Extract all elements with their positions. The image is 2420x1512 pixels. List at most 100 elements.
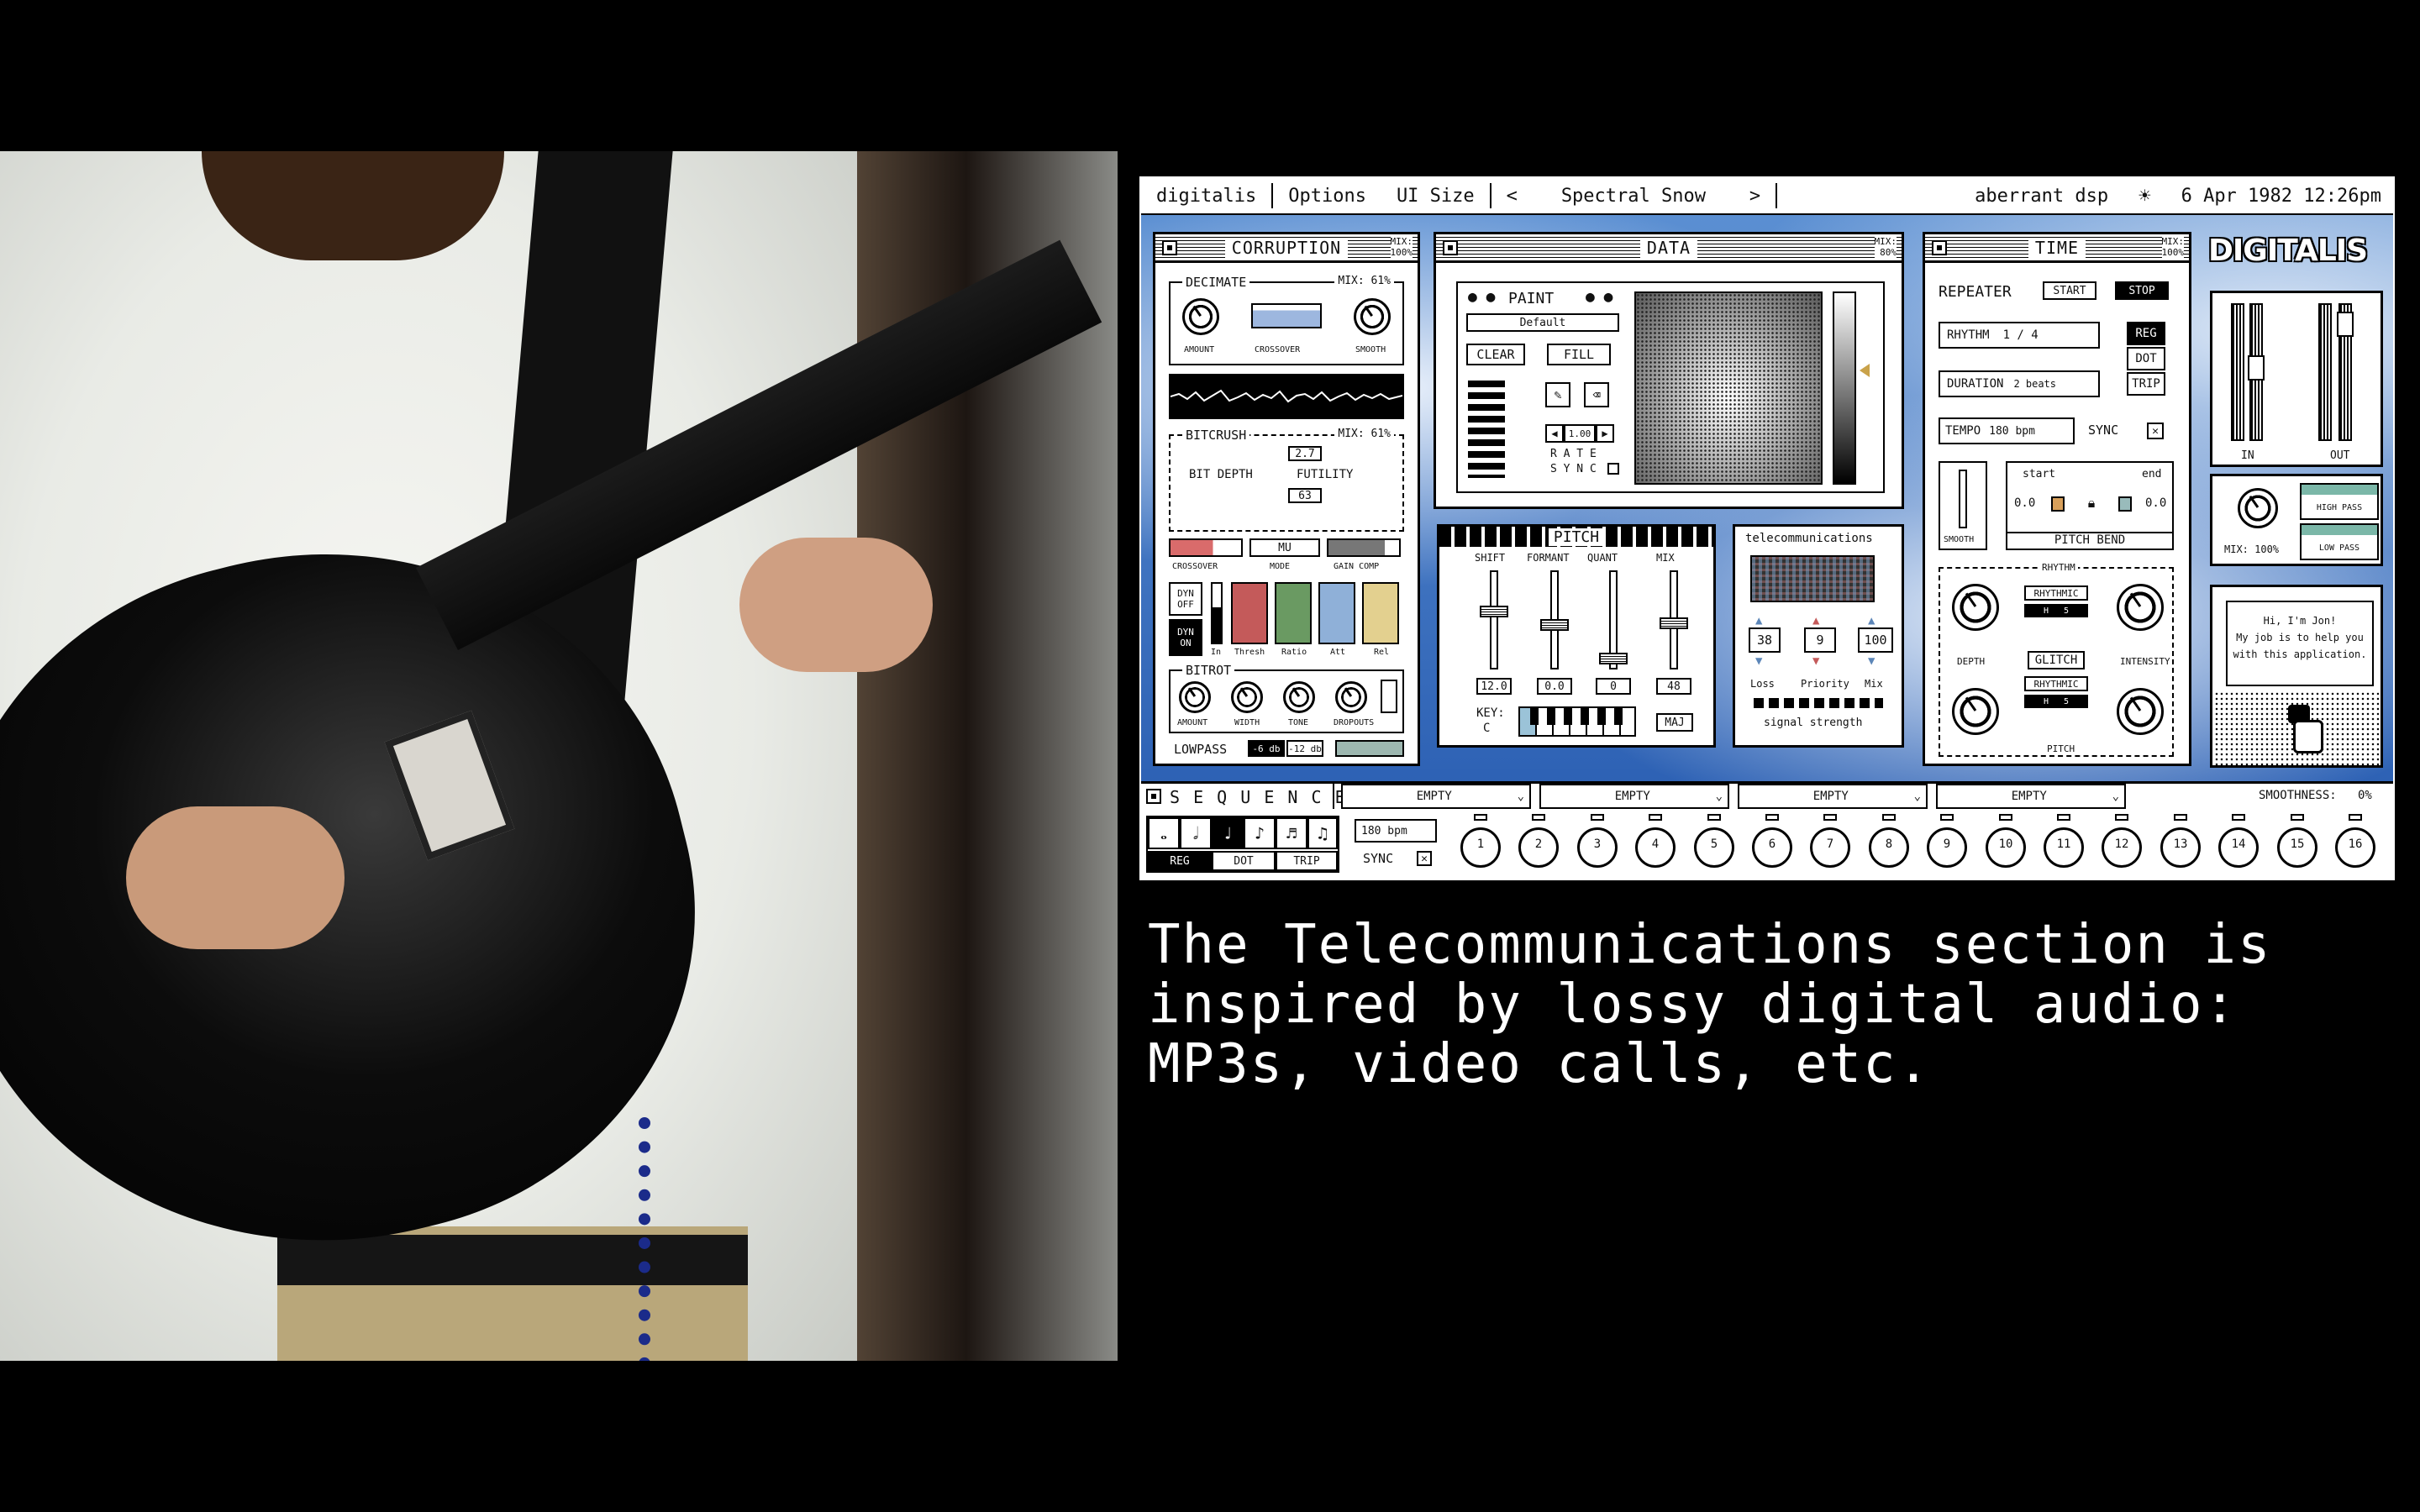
output-mix-label[interactable]: MIX: 100% <box>2224 543 2279 555</box>
pitch-formant-value[interactable]: 0.0 <box>1537 678 1572 695</box>
seq-step-knob[interactable]: 3 <box>1577 814 1618 868</box>
seq-step-toggle[interactable] <box>2349 814 2362 821</box>
bitcrush-mix[interactable]: MIX: 61% <box>1334 428 1394 440</box>
loss-down-icon[interactable]: ▼ <box>1755 654 1762 668</box>
data-mix[interactable]: MIX: 80% <box>1874 236 1897 258</box>
seq-step-knob[interactable]: 12 <box>2102 814 2142 868</box>
loss-up-icon[interactable]: ▲ <box>1755 614 1762 627</box>
bend-start-handle[interactable] <box>2051 496 2065 512</box>
pitch-formant-cap[interactable] <box>1540 619 1569 631</box>
lock-icon[interactable]: 🔒︎ <box>2085 495 2098 511</box>
pitch-shift-cap[interactable] <box>1480 606 1508 617</box>
decimate-smooth-knob[interactable] <box>1354 298 1391 335</box>
loss-value[interactable]: 38 <box>1749 627 1781 653</box>
smooth-fader-box[interactable]: SMOOTH <box>1939 461 1987 550</box>
high-pass-slider[interactable]: HIGH PASS <box>2300 483 2379 520</box>
dyn-bar-att[interactable] <box>1318 582 1355 644</box>
seq-step-knob[interactable]: 4 <box>1635 814 1676 868</box>
time-sync-checkbox[interactable]: ✕ <box>2147 423 2164 439</box>
repeater-stop-button[interactable]: STOP <box>2115 281 2169 300</box>
reg-button[interactable]: REG <box>2127 322 2165 345</box>
seq-step-knob[interactable]: 1 <box>1460 814 1501 868</box>
seq-step-knob[interactable]: 7 <box>1810 814 1850 868</box>
decimate-amount-knob[interactable] <box>1182 298 1219 335</box>
time-mix[interactable]: MIX: 100% <box>2161 236 2184 258</box>
in-gain-fader[interactable] <box>2248 355 2265 381</box>
seq-step-toggle[interactable] <box>1474 814 1487 821</box>
priority-down-icon[interactable]: ▼ <box>1812 654 1819 668</box>
rhythmic-bottom-select[interactable]: RHYTHMIC <box>2024 676 2088 691</box>
seq-step-toggle[interactable] <box>2174 814 2187 821</box>
seq-step-toggle[interactable] <box>2057 814 2070 821</box>
decimate-mix[interactable]: MIX: 61% <box>1334 275 1394 287</box>
seq-step-knob[interactable]: 9 <box>1927 814 1967 868</box>
glitch-depth-top-knob[interactable] <box>1952 584 1999 631</box>
brush-size-bars[interactable] <box>1468 381 1505 478</box>
out-gain-fader[interactable] <box>2337 312 2354 337</box>
pitch-mix-value[interactable]: 48 <box>1656 678 1691 695</box>
seq-step-toggle[interactable] <box>1532 814 1545 821</box>
seq-step-toggle[interactable] <box>1707 814 1721 821</box>
duration-field[interactable]: DURATION 2 beats <box>1939 370 2100 397</box>
seq-step-knob[interactable]: 13 <box>2160 814 2201 868</box>
seq-step-toggle[interactable] <box>1649 814 1662 821</box>
dyn-bar-ratio[interactable] <box>1275 582 1312 644</box>
rhythmic-top-toggle[interactable]: H 5 <box>2024 604 2088 617</box>
glitch-pitch-tab[interactable]: PITCH <box>2044 743 2078 754</box>
glitch-button[interactable]: GLITCH <box>2028 651 2085 669</box>
seq-step-toggle[interactable] <box>1823 814 1837 821</box>
glitch-rhythm-tab[interactable]: RHYTHM <box>2039 562 2078 573</box>
bitrot-dropouts-knob[interactable] <box>1335 681 1367 713</box>
pitch-shift-value[interactable]: 12.0 <box>1476 678 1512 695</box>
glitch-intensity-bottom-knob[interactable] <box>2117 688 2164 735</box>
seq-step-toggle[interactable] <box>1591 814 1604 821</box>
mix-value[interactable]: 100 <box>1858 627 1893 653</box>
bitcrush-crossover-slider[interactable] <box>1169 538 1243 557</box>
rhythm-field[interactable]: RHYTHM 1 / 4 <box>1939 322 2100 349</box>
piano-black-keys[interactable] <box>1530 708 1631 725</box>
seq-step-knob[interactable]: 8 <box>1869 814 1909 868</box>
seq-step-toggle[interactable] <box>1882 814 1896 821</box>
time-power-toggle[interactable] <box>1932 240 1947 255</box>
piano-keyboard[interactable] <box>1518 706 1636 737</box>
priority-value[interactable]: 9 <box>1804 627 1836 653</box>
rhythmic-top-select[interactable]: RHYTHMIC <box>2024 585 2088 601</box>
mix-up-icon[interactable]: ▲ <box>1868 614 1875 627</box>
output-mix-knob[interactable] <box>2238 488 2278 528</box>
seq-step-knob[interactable]: 16 <box>2335 814 2375 868</box>
intensity-marker[interactable] <box>1860 364 1870 377</box>
bitcrush-mode-select[interactable]: MU <box>1249 538 1320 557</box>
priority-up-icon[interactable]: ▲ <box>1812 614 1819 627</box>
eraser-tool-button[interactable]: ⌫ <box>1584 382 1609 407</box>
gain-comp-slider[interactable] <box>1327 538 1401 557</box>
data-power-toggle[interactable] <box>1443 240 1458 255</box>
seq-step-toggle[interactable] <box>2232 814 2245 821</box>
next-preset-button[interactable]: > <box>1734 186 1776 207</box>
dyn-bar-thresh[interactable] <box>1231 582 1268 644</box>
seq-step-knob[interactable]: 14 <box>2218 814 2259 868</box>
glitch-depth-bottom-knob[interactable] <box>1952 688 1999 735</box>
app-menu[interactable]: digitalis <box>1141 186 1271 207</box>
smooth-fader[interactable] <box>1959 470 1967 528</box>
trip-button[interactable]: TRIP <box>2127 372 2165 396</box>
pitch-shift-fader[interactable] <box>1490 570 1498 669</box>
intensity-gradient[interactable] <box>1833 291 1856 485</box>
seq-step-knob[interactable]: 6 <box>1752 814 1792 868</box>
rate-down-button[interactable]: ◀ <box>1545 424 1564 443</box>
pitch-quant-value[interactable]: 0 <box>1596 678 1631 695</box>
bitrot-mode-toggle[interactable] <box>1381 680 1397 713</box>
glitch-intensity-top-knob[interactable] <box>2117 584 2164 631</box>
bitrot-width-knob[interactable] <box>1231 681 1263 713</box>
dyn-bar-rel[interactable] <box>1362 582 1399 644</box>
seq-step-knob[interactable]: 15 <box>2277 814 2317 868</box>
bitrot-amount-knob[interactable] <box>1179 681 1211 713</box>
jon-cat-icon[interactable] <box>2285 705 2332 759</box>
lowpass-12db-button[interactable]: -12 db <box>1286 740 1323 757</box>
rhythmic-bottom-toggle[interactable]: H 5 <box>2024 695 2088 708</box>
options-menu[interactable]: Options <box>1273 186 1381 207</box>
data-sync-checkbox[interactable] <box>1607 463 1619 475</box>
rate-up-button[interactable]: ▶ <box>1596 424 1614 443</box>
bend-end-handle[interactable] <box>2118 496 2132 512</box>
seq-step-toggle[interactable] <box>1940 814 1954 821</box>
rate-value[interactable]: 1.00 <box>1564 424 1596 443</box>
